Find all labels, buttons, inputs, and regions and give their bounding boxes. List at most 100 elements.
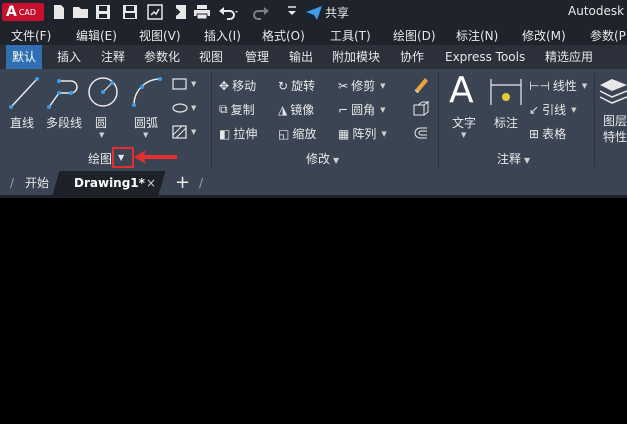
open-folder-icon[interactable]: [72, 4, 90, 20]
tab-drawing1[interactable]: Drawing1*: [74, 171, 145, 195]
import-icon[interactable]: [170, 4, 188, 20]
tab-view[interactable]: 视图: [199, 45, 223, 69]
tab-featured-apps[interactable]: 精选应用: [545, 45, 593, 69]
annotation-panel-title-label: 注释: [497, 152, 522, 166]
ellipse-tool[interactable]: ▼: [172, 101, 196, 115]
annotation-panel-expand-icon[interactable]: ▼: [524, 156, 530, 165]
rectangle-icon: [172, 78, 187, 90]
line-label[interactable]: 直线: [10, 114, 34, 131]
close-icon[interactable]: ×: [146, 171, 156, 195]
redo-icon[interactable]: [252, 4, 274, 20]
linear-dropdown-icon[interactable]: ▼: [582, 82, 587, 90]
annotation-panel-title[interactable]: 注释 ▼: [497, 150, 530, 167]
hatch-tool[interactable]: ▼: [172, 125, 196, 139]
arc-dropdown-icon[interactable]: ▼: [143, 131, 148, 139]
panel-divider: [594, 73, 595, 167]
tab-start[interactable]: 开始: [25, 171, 49, 195]
explode-icon[interactable]: [412, 101, 430, 117]
menu-item-dimension[interactable]: 标注(N): [456, 27, 498, 44]
save-as-icon[interactable]: [121, 4, 139, 20]
print-icon[interactable]: [193, 4, 211, 20]
linear-label: 线性: [552, 79, 577, 93]
panel-divider: [211, 73, 212, 167]
plot-icon[interactable]: [146, 4, 164, 20]
erase-icon[interactable]: [412, 75, 430, 93]
modify-panel-title[interactable]: 修改 ▼: [306, 150, 339, 167]
rectangle-tool[interactable]: ▼: [172, 77, 196, 91]
rotate-tool[interactable]: ↻ 旋转: [278, 77, 315, 94]
draw-panel-title[interactable]: 绘图: [88, 150, 112, 167]
text-label[interactable]: 文字: [452, 114, 476, 131]
share-button[interactable]: 共享: [306, 4, 349, 21]
line-icon[interactable]: [8, 75, 40, 111]
app-logo[interactable]: A CAD: [2, 3, 44, 21]
rotate-icon: ↻: [278, 78, 289, 93]
tab-express-tools[interactable]: Express Tools: [445, 45, 525, 69]
layer-properties-icon[interactable]: [598, 77, 627, 105]
fillet-tool[interactable]: ⌐ 圆角 ▼: [338, 101, 385, 118]
arc-icon[interactable]: [130, 75, 164, 109]
ellipse-icon: [172, 103, 188, 113]
menu-item-edit[interactable]: 编辑(E): [76, 27, 117, 44]
array-dropdown-icon[interactable]: ▼: [381, 130, 386, 138]
array-tool[interactable]: ▦ 阵列 ▼: [338, 125, 387, 142]
stretch-label: 拉伸: [233, 127, 258, 141]
table-tool[interactable]: ⊞ 表格: [529, 125, 566, 142]
tab-parametric[interactable]: 参数化: [144, 45, 180, 69]
leader-tool[interactable]: ↙ 引线 ▼: [529, 101, 576, 118]
linear-tool[interactable]: ⊢⊣ 线性 ▼: [529, 77, 587, 94]
circle-dropdown-icon[interactable]: ▼: [99, 131, 104, 139]
save-icon[interactable]: [94, 4, 112, 20]
hatch-dropdown-icon[interactable]: ▼: [191, 128, 196, 136]
polyline-label[interactable]: 多段线: [46, 114, 82, 131]
panel-divider: [438, 73, 439, 167]
menu-item-format[interactable]: 格式(O): [262, 27, 305, 44]
leader-dropdown-icon[interactable]: ▼: [571, 106, 576, 114]
arc-label[interactable]: 圆弧: [134, 114, 158, 131]
menu-item-view[interactable]: 视图(V): [139, 27, 181, 44]
fillet-label: 圆角: [351, 103, 376, 117]
modify-panel-expand-icon[interactable]: ▼: [333, 156, 339, 165]
text-dropdown-icon[interactable]: ▼: [461, 131, 466, 139]
tab-annotate[interactable]: 注释: [101, 45, 125, 69]
add-tab-icon[interactable]: +: [175, 171, 190, 195]
tab-addins[interactable]: 附加模块: [332, 45, 380, 69]
tab-collaborate[interactable]: 协作: [400, 45, 424, 69]
layer-label-line1[interactable]: 图层: [603, 112, 627, 129]
dimension-label[interactable]: 标注: [494, 114, 518, 131]
dimension-icon[interactable]: [489, 75, 523, 109]
polyline-icon[interactable]: [46, 77, 82, 111]
text-icon[interactable]: A: [449, 71, 474, 111]
layer-label-line2[interactable]: 特性: [603, 128, 627, 145]
circle-label[interactable]: 圆: [95, 114, 107, 131]
scale-tool[interactable]: ◱ 缩放: [278, 125, 316, 142]
new-file-icon[interactable]: [50, 4, 68, 20]
move-tool[interactable]: ✥ 移动: [219, 77, 256, 94]
trim-tool[interactable]: ✂ 修剪 ▼: [338, 77, 385, 94]
undo-icon[interactable]: [218, 4, 240, 20]
customize-dropdown-icon[interactable]: [286, 4, 298, 20]
tab-output[interactable]: 输出: [289, 45, 313, 69]
tab-default[interactable]: 默认: [6, 45, 43, 69]
copy-tool[interactable]: ⧉ 复制: [219, 101, 255, 118]
offset-icon[interactable]: [412, 125, 430, 141]
rotate-label: 旋转: [291, 79, 316, 93]
stretch-tool[interactable]: ◧ 拉伸: [219, 125, 257, 142]
tab-insert[interactable]: 插入: [57, 45, 81, 69]
ellipse-dropdown-icon[interactable]: ▼: [191, 104, 196, 112]
mirror-tool[interactable]: ◮ 镜像: [278, 101, 314, 118]
menu-item-draw[interactable]: 绘图(D): [393, 27, 436, 44]
tab-manage[interactable]: 管理: [245, 45, 269, 69]
trim-dropdown-icon[interactable]: ▼: [380, 82, 385, 90]
fillet-dropdown-icon[interactable]: ▼: [380, 106, 385, 114]
circle-icon[interactable]: [86, 75, 120, 109]
menu-item-file[interactable]: 文件(F): [11, 27, 51, 44]
menu-item-insert[interactable]: 插入(I): [204, 27, 241, 44]
menu-item-tools[interactable]: 工具(T): [330, 27, 371, 44]
linear-dimension-icon: ⊢⊣: [529, 78, 550, 93]
drawing-canvas[interactable]: [0, 198, 627, 424]
rectangle-dropdown-icon[interactable]: ▼: [191, 80, 196, 88]
array-label: 阵列: [352, 127, 377, 141]
menu-item-modify[interactable]: 修改(M): [522, 27, 566, 44]
menu-item-parametric[interactable]: 参数(P: [590, 27, 626, 44]
